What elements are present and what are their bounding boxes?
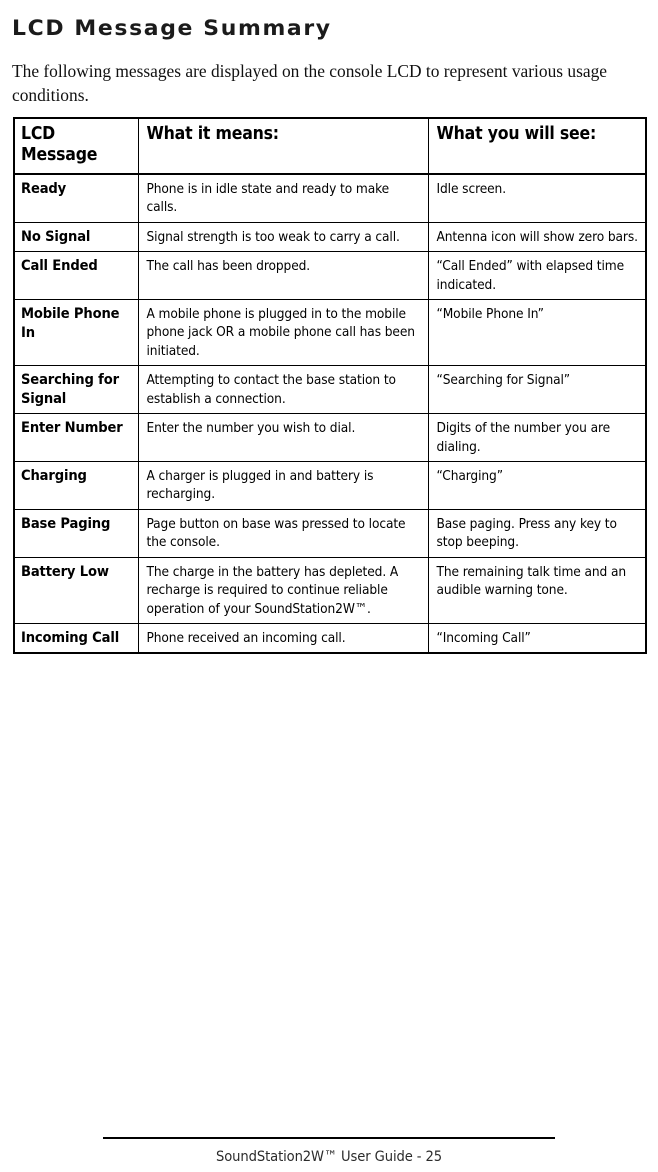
table-header-row: LCD Message What it means: What you will… — [13, 117, 647, 175]
cell-display: “Incoming Call” — [427, 622, 647, 654]
table-row: Searching for Signal Attempting to conta… — [13, 365, 647, 415]
cell-meaning: The charge in the battery has depleted. … — [137, 556, 429, 624]
cell-display: Digits of the number you are dialing. — [427, 413, 647, 463]
cell-display: “Charging” — [427, 461, 647, 510]
cell-meaning: Page button on base was pressed to locat… — [137, 508, 429, 558]
cell-meaning: A charger is plugged in and battery is r… — [137, 461, 429, 510]
cell-meaning: A mobile phone is plugged in to the mobi… — [137, 299, 429, 367]
column-header-what-it-means: What it means: — [137, 117, 429, 175]
column-header-lcd-message: LCD Message — [13, 117, 139, 175]
cell-lcd-message: Enter Number — [13, 413, 139, 463]
cell-display: The remaining talk time and an audible w… — [427, 556, 647, 624]
cell-meaning: Signal strength is too weak to carry a c… — [137, 221, 429, 253]
table-row: Charging A charger is plugged in and bat… — [13, 461, 647, 510]
table-row: Ready Phone is in idle state and ready t… — [13, 173, 647, 223]
table-row: Incoming Call Phone received an incoming… — [13, 622, 647, 654]
table-row: Base Paging Page button on base was pres… — [13, 508, 647, 558]
footer-text: SoundStation2W™ User Guide - 25 — [215, 1148, 442, 1165]
table-row: No Signal Signal strength is too weak to… — [13, 221, 647, 253]
table-body: Ready Phone is in idle state and ready t… — [13, 173, 647, 654]
cell-lcd-message: Mobile Phone In — [13, 299, 139, 367]
cell-meaning: Phone received an incoming call. — [137, 622, 429, 654]
cell-display: “Mobile Phone In” — [427, 299, 647, 367]
lcd-message-summary-table: LCD Message What it means: What you will… — [13, 117, 647, 655]
intro-paragraph: The following messages are displayed on … — [12, 61, 607, 106]
column-header-what-you-will-see: What you will see: — [427, 117, 647, 175]
cell-display: “Searching for Signal” — [427, 365, 647, 415]
footer-divider — [103, 1137, 555, 1139]
cell-lcd-message: Base Paging — [13, 508, 139, 558]
cell-lcd-message: Call Ended — [13, 251, 139, 301]
cell-meaning: Phone is in idle state and ready to make… — [137, 173, 429, 223]
table-row: Mobile Phone In A mobile phone is plugge… — [13, 299, 647, 367]
cell-display: Idle screen. — [427, 173, 647, 223]
cell-display: Base paging. Press any key to stop beepi… — [427, 508, 647, 558]
table-row: Call Ended The call has been dropped. “C… — [13, 251, 647, 301]
cell-meaning: The call has been dropped. — [137, 251, 429, 301]
cell-display: “Call Ended” with elapsed time indicated… — [427, 251, 647, 301]
table-row: Battery Low The charge in the battery ha… — [13, 556, 647, 624]
cell-lcd-message: Incoming Call — [13, 622, 139, 654]
page-title: LCD Message Summary — [12, 16, 332, 42]
cell-lcd-message: Charging — [13, 461, 139, 510]
cell-lcd-message: No Signal — [13, 221, 139, 253]
cell-lcd-message: Searching for Signal — [13, 365, 139, 415]
cell-lcd-message: Ready — [13, 173, 139, 223]
document-page: LCD Message Summary The following messag… — [0, 0, 658, 1172]
table-row: Enter Number Enter the number you wish t… — [13, 413, 647, 463]
cell-display: Antenna icon will show zero bars. — [427, 221, 647, 253]
cell-lcd-message: Battery Low — [13, 556, 139, 624]
cell-meaning: Enter the number you wish to dial. — [137, 413, 429, 463]
cell-meaning: Attempting to contact the base station t… — [137, 365, 429, 415]
